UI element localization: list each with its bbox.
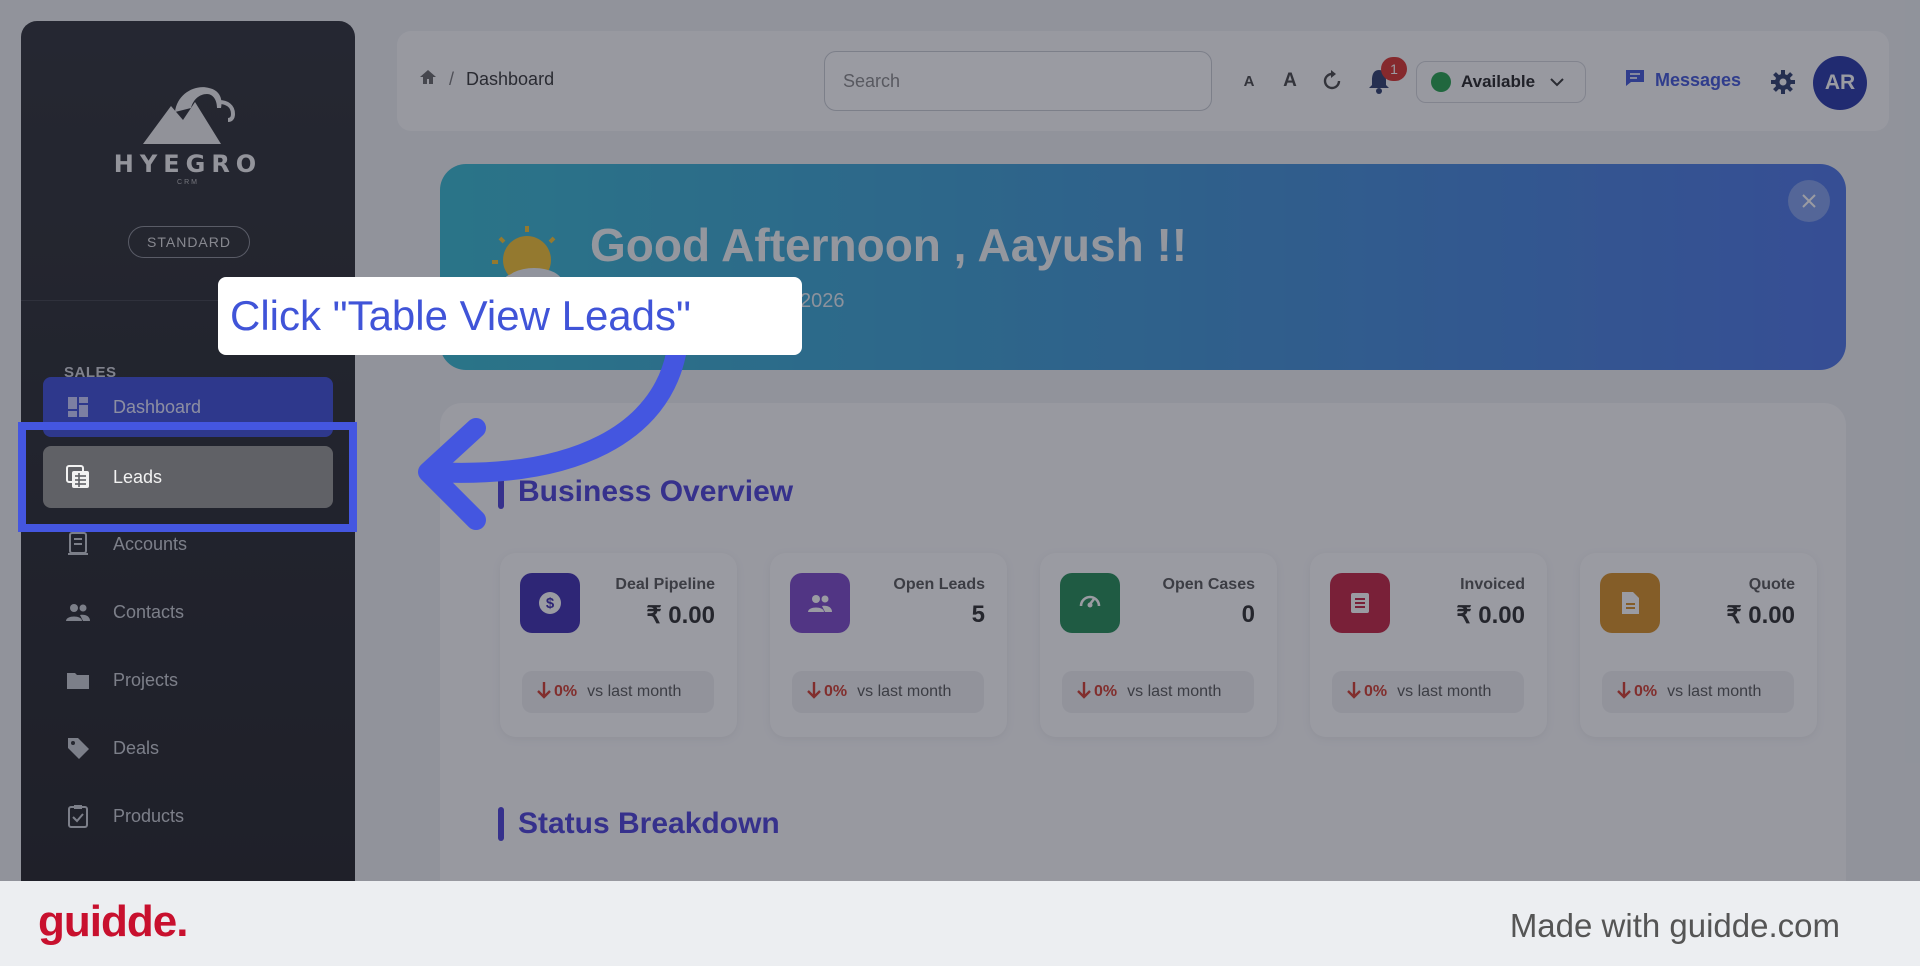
stat-card-open-cases[interactable]: Open Cases 0 0% vs last month (1040, 553, 1277, 737)
stat-value: ₹ 0.00 (1726, 602, 1795, 629)
top-header: / Dashboard A A 1 Available Messages AR (397, 31, 1889, 131)
gear-icon[interactable] (1770, 69, 1796, 95)
trend-percent: 0% (554, 683, 578, 700)
stat-card-deal-pipeline[interactable]: $ Deal Pipeline ₹ 0.00 0% vs last month (500, 553, 737, 737)
messages-link[interactable]: Messages (1625, 69, 1741, 92)
trend-percent: 0% (1634, 683, 1658, 700)
status-dot-icon (1431, 72, 1451, 92)
logo-subtitle: CRM (177, 179, 199, 186)
arrow-down-icon (1346, 681, 1362, 704)
stat-trend: 0% vs last month (1062, 671, 1254, 713)
trend-percent: 0% (1094, 683, 1118, 700)
trend-percent: 0% (1364, 683, 1388, 700)
chat-icon (1625, 69, 1645, 92)
close-icon[interactable] (1788, 180, 1830, 222)
sidebar-item-label: Accounts (113, 533, 188, 554)
document-icon (1600, 573, 1660, 633)
font-decrease-button[interactable]: A (1237, 63, 1261, 99)
status-breakdown-heading: Status Breakdown (498, 807, 780, 841)
stat-value: ₹ 0.00 (1456, 602, 1525, 629)
availability-label: Available (1461, 72, 1536, 91)
stat-label: Quote (1748, 576, 1795, 593)
arrow-down-icon (1616, 681, 1632, 704)
chevron-down-icon (1549, 77, 1565, 87)
accounts-icon (65, 531, 91, 557)
arrow-down-icon (536, 681, 552, 704)
logo-wordmark: HYEGRO (113, 150, 263, 178)
breadcrumb: / Dashboard (419, 69, 554, 90)
stat-value: ₹ 0.00 (646, 602, 715, 629)
stat-trend: 0% vs last month (1602, 671, 1794, 713)
trend-caption: vs last month (857, 683, 952, 700)
guidde-footer: guidde. Made with guidde.com (0, 881, 1920, 966)
sidebar-item-products[interactable]: Products (43, 786, 333, 846)
arrow-down-icon (1076, 681, 1092, 704)
notification-badge: 1 (1381, 57, 1407, 81)
contacts-icon (65, 599, 91, 625)
trend-caption: vs last month (1127, 683, 1222, 700)
trend-caption: vs last month (587, 683, 682, 700)
home-icon[interactable] (419, 69, 437, 90)
sidebar-item-deals[interactable]: Deals (43, 718, 333, 778)
clipboard-icon (65, 803, 91, 829)
stat-label: Open Cases (1162, 576, 1255, 593)
stat-label: Invoiced (1460, 576, 1525, 593)
search-input[interactable] (824, 51, 1212, 111)
tutorial-arrow-icon (418, 350, 686, 530)
heading-accent-bar (498, 807, 504, 841)
sidebar-item-projects[interactable]: Projects (43, 650, 333, 710)
messages-label: Messages (1655, 70, 1742, 90)
sidebar-item-label: Products (113, 805, 185, 826)
sidebar-item-label: Contacts (113, 601, 185, 622)
tutorial-tooltip: Click "Table View Leads" (218, 277, 802, 355)
hyegro-logo[interactable]: HYEGRO CRM (21, 76, 355, 186)
stat-value: 0 (1241, 601, 1255, 628)
trend-caption: vs last month (1667, 683, 1762, 700)
stat-value: 5 (971, 601, 985, 628)
greeting-heading: Good Afternoon , Aayush !! (590, 219, 1188, 271)
elephant-mountain-icon (143, 87, 236, 144)
trend-percent: 0% (824, 683, 848, 700)
invoice-icon (1330, 573, 1390, 633)
breadcrumb-current[interactable]: Dashboard (466, 69, 554, 90)
stat-trend: 0% vs last month (1332, 671, 1524, 713)
stat-card-invoiced[interactable]: Invoiced ₹ 0.00 0% vs last month (1310, 553, 1547, 737)
sidebar-item-contacts[interactable]: Contacts (43, 582, 333, 642)
dashboard-icon (65, 394, 91, 420)
section-title-text: Status Breakdown (518, 807, 780, 840)
made-with-text: Made with guidde.com (1509, 907, 1840, 944)
font-increase-button[interactable]: A (1277, 63, 1303, 99)
avatar[interactable]: AR (1813, 56, 1867, 110)
trend-caption: vs last month (1397, 683, 1492, 700)
stat-card-quote[interactable]: Quote ₹ 0.00 0% vs last month (1580, 553, 1817, 737)
breadcrumb-separator: / (449, 69, 455, 89)
availability-dropdown[interactable]: Available (1416, 61, 1586, 103)
svg-text:$: $ (546, 595, 555, 612)
stat-label: Open Leads (893, 576, 985, 593)
folder-icon (65, 667, 91, 693)
group-icon (790, 573, 850, 633)
plan-badge: STANDARD (128, 226, 250, 258)
sidebar-item-label: Projects (113, 669, 179, 690)
stat-trend: 0% vs last month (522, 671, 714, 713)
refresh-icon[interactable] (1318, 63, 1346, 99)
stat-trend: 0% vs last month (792, 671, 984, 713)
tag-icon (65, 735, 91, 761)
arrow-down-icon (806, 681, 822, 704)
dollar-icon: $ (520, 573, 580, 633)
sidebar-item-label: Dashboard (113, 396, 202, 417)
sidebar-item-label: Deals (113, 737, 160, 758)
stat-label: Deal Pipeline (615, 576, 715, 593)
greeting-date: 2026 (800, 290, 845, 312)
tutorial-highlight-box (18, 422, 357, 532)
guidde-logo[interactable]: guidde. (38, 897, 188, 947)
stat-card-open-leads[interactable]: Open Leads 5 0% vs last month (770, 553, 1007, 737)
support-icon (1060, 573, 1120, 633)
